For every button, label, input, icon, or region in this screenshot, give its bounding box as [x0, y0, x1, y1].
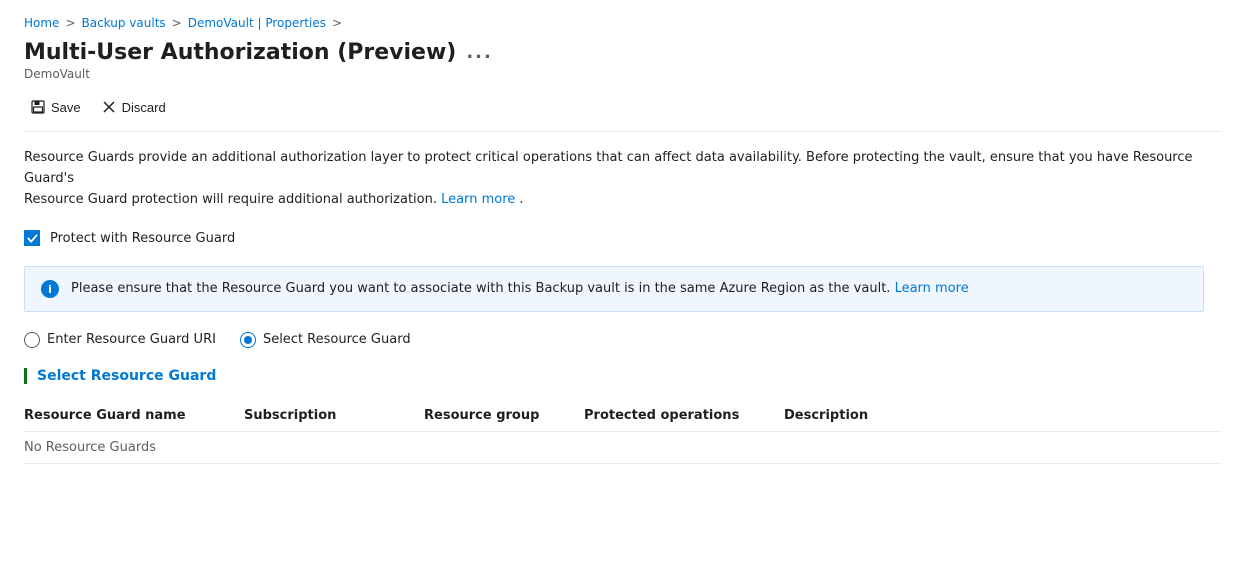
discard-icon — [101, 99, 117, 115]
protect-checkbox[interactable] — [24, 230, 40, 246]
save-button[interactable]: Save — [24, 95, 87, 119]
breadcrumb-backup-vaults[interactable]: Backup vaults — [82, 16, 166, 30]
description-text1: Resource Guards provide an additional au… — [24, 150, 1193, 186]
info-banner-text: Please ensure that the Resource Guard yo… — [71, 279, 969, 299]
breadcrumb: Home > Backup vaults > DemoVault | Prope… — [24, 16, 1222, 30]
discard-label: Discard — [122, 100, 166, 115]
col-header-description: Description — [784, 400, 1222, 432]
discard-button[interactable]: Discard — [95, 95, 172, 119]
description-text2: Resource Guard protection will require a… — [24, 192, 437, 207]
radio-row: Enter Resource Guard URI Select Resource… — [24, 332, 1222, 348]
radio-select-inner — [244, 336, 252, 344]
page-title-row: Multi-User Authorization (Preview) ... — [24, 40, 1222, 65]
breadcrumb-home[interactable]: Home — [24, 16, 59, 30]
vault-name: DemoVault — [24, 67, 1222, 81]
save-icon — [30, 99, 46, 115]
resource-guard-table: Resource Guard name Subscription Resourc… — [24, 400, 1222, 464]
info-learn-more[interactable]: Learn more — [895, 281, 969, 296]
page-title: Multi-User Authorization (Preview) — [24, 40, 456, 65]
radio-uri[interactable]: Enter Resource Guard URI — [24, 332, 216, 348]
col-header-subscription: Subscription — [244, 400, 424, 432]
protect-checkbox-label: Protect with Resource Guard — [50, 231, 235, 246]
info-banner: i Please ensure that the Resource Guard … — [24, 266, 1204, 312]
radio-select-outer — [240, 332, 256, 348]
radio-select[interactable]: Select Resource Guard — [240, 332, 411, 348]
table-empty-row: No Resource Guards — [24, 431, 1222, 463]
col-header-protected-ops: Protected operations — [584, 400, 784, 432]
table-header-row: Resource Guard name Subscription Resourc… — [24, 400, 1222, 432]
more-options-icon[interactable]: ... — [466, 42, 493, 63]
protect-checkbox-row[interactable]: Protect with Resource Guard — [24, 230, 1222, 246]
info-icon: i — [41, 280, 59, 298]
toolbar: Save Discard — [24, 95, 1222, 132]
radio-uri-outer — [24, 332, 40, 348]
breadcrumb-demo-vault[interactable]: DemoVault | Properties — [188, 16, 326, 30]
select-resource-guard-heading[interactable]: Select Resource Guard — [24, 368, 1222, 384]
radio-uri-label: Enter Resource Guard URI — [47, 332, 216, 347]
description-learn-more[interactable]: Learn more — [441, 192, 515, 207]
radio-select-label: Select Resource Guard — [263, 332, 411, 347]
table-empty-message: No Resource Guards — [24, 431, 1222, 463]
col-header-name: Resource Guard name — [24, 400, 244, 432]
save-label: Save — [51, 100, 81, 115]
col-header-resource-group: Resource group — [424, 400, 584, 432]
description: Resource Guards provide an additional au… — [24, 148, 1204, 210]
